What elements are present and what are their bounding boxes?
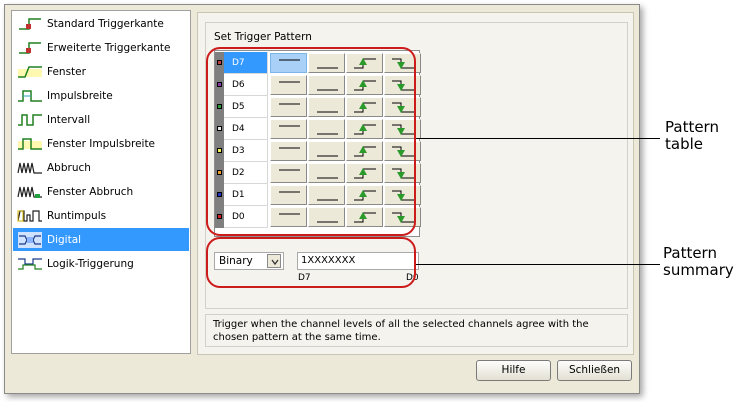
pulse-width-trigger-icon <box>17 87 43 105</box>
window-pulse-width-trigger-icon <box>17 135 43 153</box>
trigger-item-label: Fenster <box>47 65 86 78</box>
digital-trigger-icon <box>17 231 43 249</box>
trigger-item-label: Digital <box>47 233 82 246</box>
pattern-summary-callout-line <box>416 264 660 265</box>
trigger-item-label: Runtimpuls <box>47 209 107 222</box>
advanced-edge-trigger-icon <box>17 39 43 57</box>
interval-trigger-icon <box>17 111 43 129</box>
pattern-summary-callout-label: Pattern summary <box>663 244 734 279</box>
dropout-trigger-icon <box>17 159 43 177</box>
group-title: Set Trigger Pattern <box>214 31 312 43</box>
logic-trigger-icon <box>17 255 43 273</box>
trigger-item-label: Standard Triggerkante <box>47 17 164 30</box>
trigger-item-label: Abbruch <box>47 161 91 174</box>
pattern-table-callout-label: Pattern table <box>665 118 719 153</box>
close-button[interactable]: Schließen <box>557 360 632 381</box>
trigger-item-impulsbreite[interactable]: Impulsbreite <box>13 84 189 107</box>
description-text: Trigger when the channel levels of all t… <box>205 314 628 347</box>
trigger-item-erweiterte-triggerkante[interactable]: Erweiterte Triggerkante <box>13 36 189 59</box>
trigger-item-digital[interactable]: Digital <box>13 228 189 251</box>
help-button[interactable]: Hilfe <box>476 360 551 381</box>
pattern-summary-callout-box <box>206 237 416 288</box>
trigger-item-label: Fenster Impulsbreite <box>47 137 156 150</box>
trigger-item-label: Fenster Abbruch <box>47 185 134 198</box>
trigger-item-label: Impulsbreite <box>47 89 113 102</box>
runt-pulse-trigger-icon <box>17 207 43 225</box>
trigger-item-abbruch[interactable]: Abbruch <box>13 156 189 179</box>
trigger-item-standard-triggerkante[interactable]: Standard Triggerkante <box>13 12 189 35</box>
trigger-type-list: Standard Triggerkante Erweiterte Triggerk… <box>11 10 191 354</box>
trigger-item-label: Logik-Triggerung <box>47 257 134 270</box>
trigger-item-label: Erweiterte Triggerkante <box>47 41 171 54</box>
trigger-item-intervall[interactable]: Intervall <box>13 108 189 131</box>
standard-edge-trigger-icon <box>17 15 43 33</box>
trigger-item-logik-triggerung[interactable]: Logik-Triggerung <box>13 252 189 275</box>
trigger-item-fenster[interactable]: Fenster <box>13 60 189 83</box>
trigger-item-fenster-abbruch[interactable]: Fenster Abbruch <box>13 180 189 203</box>
trigger-item-runtimpuls[interactable]: Runtimpuls <box>13 204 189 227</box>
pattern-table-callout-line <box>416 138 660 139</box>
window-dropout-trigger-icon <box>17 183 43 201</box>
pattern-table-callout-box <box>206 47 416 236</box>
window-trigger-icon <box>17 63 43 81</box>
trigger-item-fenster-impulsbreite[interactable]: Fenster Impulsbreite <box>13 132 189 155</box>
trigger-item-label: Intervall <box>47 113 91 126</box>
